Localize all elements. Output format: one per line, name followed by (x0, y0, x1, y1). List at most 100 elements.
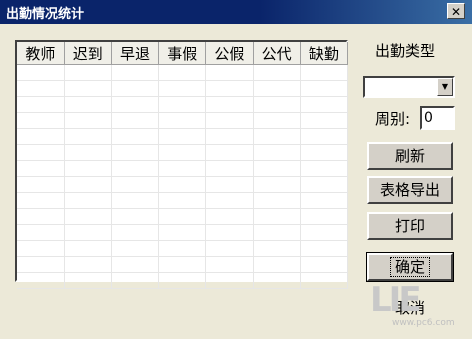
table-cell[interactable] (300, 96, 349, 113)
table-cell[interactable] (111, 176, 160, 193)
table-cell[interactable] (300, 176, 349, 193)
table-cell[interactable] (158, 80, 207, 97)
table-cell[interactable] (253, 240, 301, 257)
chevron-down-icon[interactable]: ▼ (437, 78, 453, 96)
table-cell[interactable] (17, 160, 65, 177)
table-cell[interactable] (158, 272, 207, 289)
table-cell[interactable] (205, 112, 254, 129)
table-cell[interactable] (205, 80, 254, 97)
table-cell[interactable] (253, 208, 301, 225)
table-cell[interactable] (253, 224, 301, 241)
table-cell[interactable] (205, 192, 254, 209)
column-header[interactable]: 迟到 (64, 42, 112, 65)
table-row[interactable] (17, 64, 349, 81)
ok-button[interactable]: 确定 (366, 252, 454, 282)
table-cell[interactable] (158, 208, 207, 225)
table-cell[interactable] (64, 256, 112, 273)
table-cell[interactable] (205, 208, 254, 225)
table-cell[interactable] (300, 160, 349, 177)
attendance-type-select[interactable]: ▼ (363, 76, 455, 98)
table-cell[interactable] (300, 208, 349, 225)
table-cell[interactable] (300, 272, 349, 289)
table-cell[interactable] (64, 224, 112, 241)
table-cell[interactable] (111, 64, 160, 81)
table-row[interactable] (17, 80, 349, 97)
table-cell[interactable] (205, 144, 254, 161)
column-header[interactable]: 早退 (111, 42, 160, 65)
table-row[interactable] (17, 144, 349, 161)
table-cell[interactable] (111, 224, 160, 241)
table-cell[interactable] (158, 128, 207, 145)
column-header[interactable]: 缺勤 (300, 42, 349, 65)
table-cell[interactable] (158, 112, 207, 129)
table-cell[interactable] (205, 224, 254, 241)
table-cell[interactable] (17, 192, 65, 209)
table-cell[interactable] (205, 96, 254, 113)
table-row[interactable] (17, 96, 349, 113)
table-cell[interactable] (205, 240, 254, 257)
table-cell[interactable] (300, 80, 349, 97)
table-cell[interactable] (300, 128, 349, 145)
table-cell[interactable] (205, 272, 254, 289)
table-cell[interactable] (158, 240, 207, 257)
table-cell[interactable] (111, 240, 160, 257)
print-button[interactable]: 打印 (367, 212, 453, 240)
table-row[interactable] (17, 160, 349, 177)
table-row[interactable] (17, 208, 349, 225)
table-cell[interactable] (205, 64, 254, 81)
table-cell[interactable] (205, 176, 254, 193)
table-cell[interactable] (111, 160, 160, 177)
table-row[interactable] (17, 240, 349, 257)
table-row[interactable] (17, 256, 349, 273)
table-cell[interactable] (64, 112, 112, 129)
table-cell[interactable] (17, 96, 65, 113)
table-cell[interactable] (17, 272, 65, 289)
table-cell[interactable] (64, 144, 112, 161)
table-row[interactable] (17, 128, 349, 145)
week-input[interactable]: 0 (420, 106, 455, 130)
close-button[interactable]: ✕ (447, 3, 465, 19)
table-cell[interactable] (253, 272, 301, 289)
table-cell[interactable] (64, 128, 112, 145)
table-cell[interactable] (64, 272, 112, 289)
table-cell[interactable] (158, 160, 207, 177)
table-cell[interactable] (64, 240, 112, 257)
table-cell[interactable] (17, 64, 65, 81)
table-cell[interactable] (300, 64, 349, 81)
table-cell[interactable] (205, 256, 254, 273)
table-cell[interactable] (17, 128, 65, 145)
table-row[interactable] (17, 272, 349, 289)
table-cell[interactable] (300, 192, 349, 209)
export-table-button[interactable]: 表格导出 (367, 176, 453, 204)
table-cell[interactable] (253, 80, 301, 97)
table-cell[interactable] (253, 112, 301, 129)
table-cell[interactable] (253, 192, 301, 209)
table-cell[interactable] (205, 128, 254, 145)
table-cell[interactable] (300, 240, 349, 257)
table-cell[interactable] (17, 112, 65, 129)
table-cell[interactable] (300, 224, 349, 241)
table-cell[interactable] (158, 96, 207, 113)
column-header[interactable]: 事假 (158, 42, 207, 65)
table-cell[interactable] (17, 144, 65, 161)
table-cell[interactable] (300, 144, 349, 161)
table-cell[interactable] (111, 144, 160, 161)
table-cell[interactable] (64, 192, 112, 209)
table-cell[interactable] (17, 208, 65, 225)
table-cell[interactable] (300, 112, 349, 129)
title-bar[interactable]: 出勤情况统计 ✕ (0, 0, 472, 24)
table-cell[interactable] (253, 96, 301, 113)
table-cell[interactable] (158, 224, 207, 241)
table-row[interactable] (17, 112, 349, 129)
table-cell[interactable] (64, 208, 112, 225)
column-header[interactable]: 公假 (205, 42, 254, 65)
table-cell[interactable] (253, 176, 301, 193)
table-cell[interactable] (64, 96, 112, 113)
column-header[interactable]: 公代 (253, 42, 301, 65)
table-cell[interactable] (111, 192, 160, 209)
table-row[interactable] (17, 224, 349, 241)
table-cell[interactable] (253, 64, 301, 81)
table-cell[interactable] (158, 64, 207, 81)
table-cell[interactable] (253, 256, 301, 273)
table-cell[interactable] (64, 160, 112, 177)
